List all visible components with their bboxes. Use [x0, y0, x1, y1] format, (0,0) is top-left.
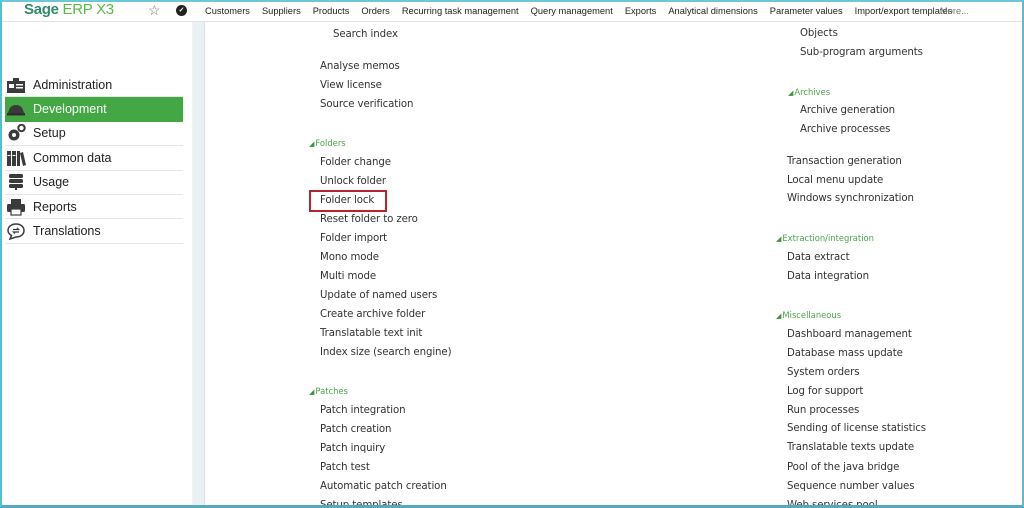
sidebar-item-common-data[interactable]: Common data [5, 146, 183, 171]
link-update-named-users[interactable]: Update of named users [320, 290, 437, 301]
link-sub-program-arguments[interactable]: Sub-program arguments [800, 47, 923, 58]
administration-icon [5, 76, 27, 94]
section-folders[interactable]: ◢Folders [309, 138, 346, 148]
app-logo[interactable]: Sage ERP X3 [24, 1, 114, 18]
nav-query-management[interactable]: Query management [531, 6, 613, 16]
link-translatable-text-init[interactable]: Translatable text init [320, 328, 422, 339]
logo-brand: Sage [24, 1, 59, 18]
nav-analytical-dimensions[interactable]: Analytical dimensions [668, 6, 757, 16]
printer-icon [5, 198, 27, 216]
function-menu-content [205, 22, 1024, 508]
expand-triangle-icon: ◢ [309, 140, 315, 148]
link-archive-processes[interactable]: Archive processes [800, 124, 890, 135]
gears-icon [5, 124, 27, 142]
chat-translate-icon [5, 222, 27, 241]
link-dashboard-management[interactable]: Dashboard management [787, 329, 912, 340]
link-objects[interactable]: Objects [800, 28, 838, 39]
link-multi-mode[interactable]: Multi mode [320, 271, 376, 282]
sidebar-menu: Administration Development Setup Common … [5, 73, 183, 244]
link-run-processes[interactable]: Run processes [787, 405, 859, 416]
link-pool-java-bridge[interactable]: Pool of the java bridge [787, 462, 899, 473]
section-miscellaneous[interactable]: ◢Miscellaneous [776, 310, 841, 320]
link-mono-mode[interactable]: Mono mode [320, 252, 379, 263]
link-data-extract[interactable]: Data extract [787, 252, 850, 263]
link-reset-folder-to-zero[interactable]: Reset folder to zero [320, 214, 418, 225]
expand-triangle-icon: ◢ [309, 388, 315, 396]
link-unlock-folder[interactable]: Unlock folder [320, 176, 386, 187]
section-patches[interactable]: ◢Patches [309, 386, 348, 396]
section-title: Patches [315, 386, 348, 396]
link-sequence-number-values[interactable]: Sequence number values [787, 481, 915, 492]
link-index-size[interactable]: Index size (search engine) [320, 347, 452, 358]
top-menu: Customers Suppliers Products Orders Recu… [205, 0, 969, 22]
link-view-license[interactable]: View license [320, 80, 382, 91]
nav-parameter-values[interactable]: Parameter values [770, 6, 843, 16]
section-title: Archives [794, 87, 831, 97]
nav-exports[interactable]: Exports [625, 6, 657, 16]
link-create-archive-folder[interactable]: Create archive folder [320, 309, 425, 320]
sidebar-item-label: Administration [33, 77, 113, 92]
link-patch-test[interactable]: Patch test [320, 462, 370, 473]
link-folder-change[interactable]: Folder change [320, 157, 391, 168]
check-circle-icon[interactable]: ✓ [176, 5, 187, 16]
sidebar-item-usage[interactable]: Usage [5, 171, 183, 195]
link-log-for-support[interactable]: Log for support [787, 386, 863, 397]
expand-triangle-icon: ◢ [788, 89, 794, 97]
sidebar-item-translations[interactable]: Translations [5, 219, 183, 244]
link-data-integration[interactable]: Data integration [787, 271, 869, 282]
nav-customers[interactable]: Customers [205, 6, 250, 16]
link-automatic-patch-creation[interactable]: Automatic patch creation [320, 481, 447, 492]
star-icon[interactable]: ☆ [148, 2, 161, 18]
sidebar-item-label: Common data [33, 150, 112, 165]
sidebar-item-label: Reports [33, 199, 77, 214]
link-analyse-memos[interactable]: Analyse memos [320, 61, 400, 72]
link-system-orders[interactable]: System orders [787, 367, 860, 378]
logo-product: ERP X3 [62, 1, 115, 18]
sidebar-item-label: Setup [33, 126, 66, 141]
link-patch-inquiry[interactable]: Patch inquiry [320, 443, 385, 454]
sidebar-item-label: Usage [33, 175, 70, 190]
top-navigation-bar: Sage ERP X3 ☆ ✓ Customers Suppliers Prod… [0, 0, 1024, 22]
expand-triangle-icon: ◢ [776, 235, 782, 243]
link-transaction-generation[interactable]: Transaction generation [787, 156, 902, 167]
section-archives[interactable]: ◢Archives [788, 87, 830, 97]
section-title: Miscellaneous [782, 310, 842, 320]
nav-import-export-templates[interactable]: Import/export templates [855, 6, 953, 16]
section-title: Extraction/integration [782, 233, 874, 243]
section-extraction-integration[interactable]: ◢Extraction/integration [776, 233, 874, 243]
expand-triangle-icon: ◢ [776, 312, 782, 320]
link-database-mass-update[interactable]: Database mass update [787, 348, 903, 359]
link-patch-integration[interactable]: Patch integration [320, 405, 406, 416]
link-web-services-pool[interactable]: Web services pool [787, 500, 878, 508]
nav-products[interactable]: Products [313, 6, 350, 16]
link-local-menu-update[interactable]: Local menu update [787, 175, 883, 186]
nav-more[interactable]: More... [940, 6, 969, 16]
panel-splitter[interactable] [192, 22, 205, 508]
link-patch-creation[interactable]: Patch creation [320, 424, 392, 435]
link-translatable-texts-update[interactable]: Translatable texts update [787, 442, 914, 453]
server-icon [5, 173, 27, 191]
link-archive-generation[interactable]: Archive generation [800, 105, 895, 116]
development-icon [5, 100, 27, 118]
section-title: Folders [315, 138, 346, 148]
binders-icon [5, 149, 27, 167]
link-setup-templates[interactable]: Setup templates [320, 500, 403, 508]
sidebar-item-label: Translations [33, 224, 101, 239]
nav-recurring-task-management[interactable]: Recurring task management [402, 6, 519, 16]
sidebar-item-administration[interactable]: Administration [5, 73, 183, 98]
link-source-verification[interactable]: Source verification [320, 99, 414, 110]
link-folder-lock[interactable]: Folder lock [320, 195, 374, 206]
nav-orders[interactable]: Orders [361, 6, 389, 16]
sidebar: Administration Development Setup Common … [0, 22, 192, 508]
link-windows-synchronization[interactable]: Windows synchronization [787, 193, 914, 204]
nav-suppliers[interactable]: Suppliers [262, 6, 301, 16]
link-search-index[interactable]: Search index [333, 29, 398, 40]
sidebar-item-label: Development [33, 102, 107, 117]
sidebar-item-reports[interactable]: Reports [5, 195, 183, 220]
link-sending-license-statistics[interactable]: Sending of license statistics [787, 423, 926, 434]
sidebar-item-development[interactable]: Development [5, 97, 183, 122]
sidebar-item-setup[interactable]: Setup [5, 122, 183, 147]
link-folder-import[interactable]: Folder import [320, 233, 387, 244]
